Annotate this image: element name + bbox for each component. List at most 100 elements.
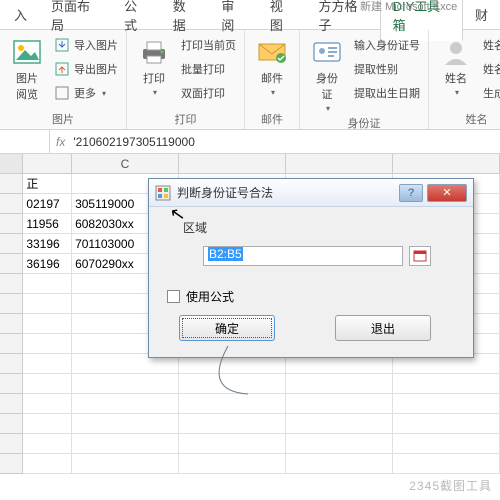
- select-all-corner[interactable]: [0, 154, 23, 173]
- cell[interactable]: [286, 414, 393, 434]
- cell[interactable]: [393, 434, 500, 454]
- name-random-label: 生成随: [483, 85, 500, 101]
- batch-print-button[interactable]: 批量打印: [179, 58, 238, 80]
- cell[interactable]: [286, 374, 393, 394]
- cell[interactable]: [179, 394, 286, 414]
- row-header[interactable]: [0, 394, 23, 414]
- cell[interactable]: [286, 454, 393, 474]
- dialog-help-button[interactable]: ?: [399, 184, 423, 202]
- exit-button[interactable]: 退出: [335, 315, 431, 341]
- idcard-button[interactable]: 身份 证: [306, 34, 348, 113]
- row-header[interactable]: [0, 254, 23, 274]
- col-header-e[interactable]: [286, 154, 393, 173]
- cell[interactable]: 36196: [23, 254, 72, 274]
- tab-partial[interactable]: 入: [2, 0, 39, 30]
- mail-button[interactable]: 邮件: [251, 34, 293, 97]
- row-header[interactable]: [0, 314, 23, 334]
- group-label-print: 打印: [133, 109, 238, 129]
- input-id-button[interactable]: 输入身份证号: [352, 34, 422, 56]
- row-header[interactable]: [0, 334, 23, 354]
- cell[interactable]: [72, 434, 179, 454]
- duplex-print-button[interactable]: 双面打印: [179, 82, 238, 104]
- cell[interactable]: [393, 374, 500, 394]
- cell[interactable]: 33196: [23, 234, 72, 254]
- import-picture-label: 导入图片: [74, 37, 118, 53]
- cell[interactable]: [72, 454, 179, 474]
- picture-view-button[interactable]: 图片 阅览: [6, 34, 48, 102]
- cell[interactable]: [72, 374, 179, 394]
- cell[interactable]: [393, 394, 500, 414]
- group-label-idcard: 身份证: [306, 113, 422, 133]
- col-header-d[interactable]: [179, 154, 286, 173]
- export-picture-button[interactable]: 导出图片: [52, 58, 120, 80]
- formula-value[interactable]: '210602197305119000: [73, 135, 195, 149]
- print-button[interactable]: 打印: [133, 34, 175, 97]
- row-header[interactable]: [0, 354, 23, 374]
- name-button[interactable]: 姓名: [435, 34, 477, 97]
- cell[interactable]: [23, 354, 72, 374]
- cell[interactable]: 11956: [23, 214, 72, 234]
- row-header[interactable]: [0, 274, 23, 294]
- cell[interactable]: [23, 394, 72, 414]
- extract-birth-label: 提取出生日期: [354, 85, 420, 101]
- row-header[interactable]: [0, 194, 23, 214]
- cell[interactable]: [23, 374, 72, 394]
- print-current-button[interactable]: 打印当前页: [179, 34, 238, 56]
- extract-gender-button[interactable]: 提取性别: [352, 58, 422, 80]
- row-header[interactable]: [0, 414, 23, 434]
- cell[interactable]: [23, 294, 72, 314]
- cell[interactable]: 正: [23, 174, 72, 194]
- extract-birth-button[interactable]: 提取出生日期: [352, 82, 422, 104]
- cell[interactable]: [23, 274, 72, 294]
- col-header-f[interactable]: [393, 154, 500, 173]
- row-header[interactable]: [0, 294, 23, 314]
- cell[interactable]: [393, 414, 500, 434]
- row-header[interactable]: [0, 454, 23, 474]
- row-header[interactable]: [0, 234, 23, 254]
- dialog-app-icon: [155, 185, 171, 201]
- ribbon-group-print: 打印 打印当前页 批量打印 双面打印 打印: [127, 30, 245, 129]
- name-random-button[interactable]: 生成随: [481, 82, 500, 104]
- cell[interactable]: [23, 454, 72, 474]
- cell[interactable]: [393, 454, 500, 474]
- cell[interactable]: [179, 374, 286, 394]
- dialog-close-button[interactable]: ✕: [427, 184, 467, 202]
- row-header[interactable]: [0, 214, 23, 234]
- name-add-button[interactable]: 姓名加: [481, 58, 500, 80]
- duplex-print-label: 双面打印: [181, 85, 225, 101]
- picture-view-label: 图片 阅览: [16, 70, 38, 102]
- idcard-label: 身份 证: [316, 70, 338, 102]
- col-header-c[interactable]: C: [72, 154, 179, 173]
- cell[interactable]: [179, 434, 286, 454]
- cell[interactable]: 02197: [23, 194, 72, 214]
- dialog-titlebar[interactable]: 判断身份证号合法 ? ✕: [149, 179, 473, 207]
- tab-fin[interactable]: 财: [463, 0, 500, 30]
- ok-button[interactable]: 确定: [179, 315, 275, 341]
- range-picker-button[interactable]: [409, 246, 431, 266]
- picture-more-button[interactable]: 更多: [52, 82, 120, 104]
- import-picture-button[interactable]: 导入图片: [52, 34, 120, 56]
- name-box[interactable]: [0, 130, 50, 153]
- use-formula-label: 使用公式: [186, 288, 234, 305]
- name-split-button[interactable]: 姓名分: [481, 34, 500, 56]
- cell[interactable]: [23, 434, 72, 454]
- mail-icon: [256, 36, 288, 68]
- row-header[interactable]: [0, 174, 23, 194]
- col-header-b[interactable]: [23, 154, 72, 173]
- use-formula-checkbox[interactable]: [167, 290, 180, 303]
- cell[interactable]: [72, 394, 179, 414]
- name-split-label: 姓名分: [483, 37, 500, 53]
- cell[interactable]: [23, 314, 72, 334]
- cell[interactable]: [179, 454, 286, 474]
- row-header[interactable]: [0, 434, 23, 454]
- range-input[interactable]: B2:B5: [203, 246, 403, 266]
- cell[interactable]: [23, 334, 72, 354]
- fx-icon[interactable]: fx: [56, 135, 65, 149]
- cell[interactable]: [286, 434, 393, 454]
- cell[interactable]: [23, 414, 72, 434]
- import-icon: [54, 37, 70, 53]
- cell[interactable]: [179, 414, 286, 434]
- row-header[interactable]: [0, 374, 23, 394]
- cell[interactable]: [286, 394, 393, 414]
- cell[interactable]: [72, 414, 179, 434]
